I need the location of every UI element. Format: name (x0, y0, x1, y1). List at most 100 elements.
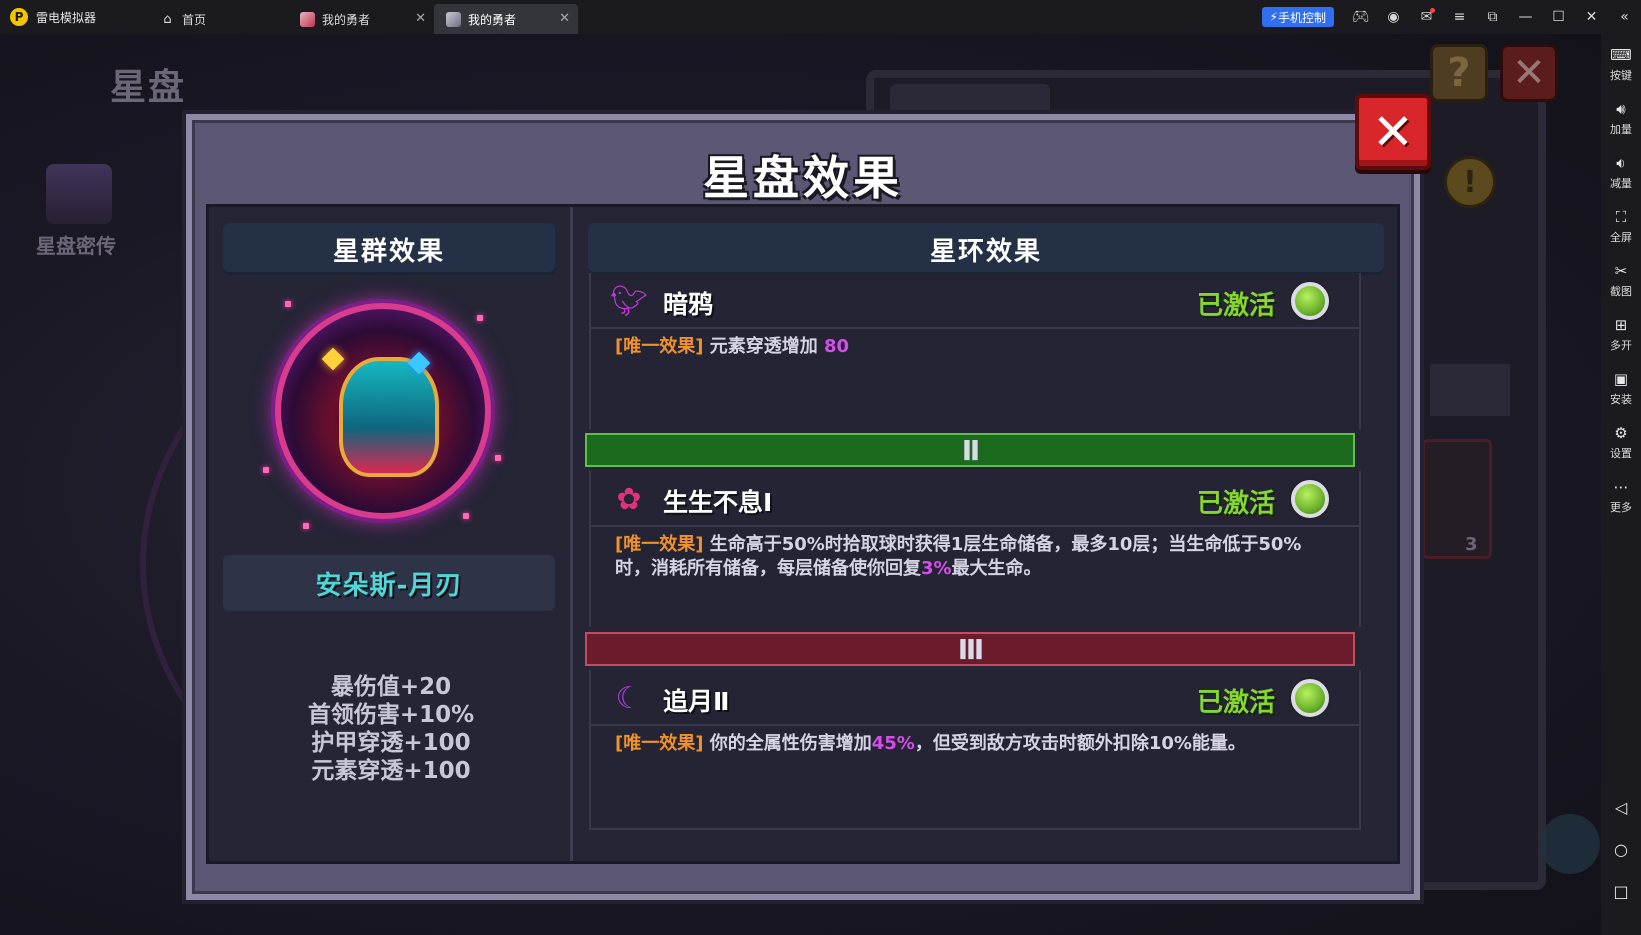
sidebar-item-label: 截图 (1610, 284, 1632, 298)
help-icon: ? (1430, 44, 1488, 102)
sparkle-icon (285, 301, 291, 307)
ring-effect-name: 生生不息Ⅰ (663, 488, 773, 517)
sidebar-item-keymap[interactable]: ⌨ 按键 (1601, 38, 1641, 90)
notification-dot (1430, 8, 1435, 13)
star-ring-column: 🐦︎ 暗鸦 已激活 [唯一效果] 元素穿透增加 80 Ⅱ ✿ 生生不息Ⅰ 已激活 (573, 207, 1397, 861)
minimize-icon[interactable]: — (1509, 0, 1542, 34)
background-chest-label: 星盘密传 (36, 234, 116, 258)
ring-effect-description: [唯一效果] 你的全属性伤害增加45%，但受到敌方攻击时额外扣除10%能量。 (615, 732, 1337, 756)
sidebar-item-settings[interactable]: ⚙ 设置 (1601, 416, 1641, 468)
titlebar-controls: ⚡ 手机控制 🎮︎ ◉ ✉ ≡ ⧉ — ☐ ✕ « (1261, 0, 1641, 34)
home-nav-icon[interactable]: ○ (1601, 834, 1641, 864)
lightning-icon: ⚡ (1269, 10, 1278, 24)
emulator-titlebar: P 雷电模拟器 ⌂ 首页 我的勇者 ✕ 我的勇者 ✕ ⚡ 手机控制 🎮︎ ◉ ✉… (0, 0, 1641, 34)
ring-effect-header: ☾ 追月Ⅱ 已激活 (591, 670, 1359, 726)
background-tab (890, 84, 1050, 114)
stat-line: 首领伤害+10% (307, 702, 475, 728)
account-icon[interactable]: ◉ (1377, 0, 1410, 34)
unique-effect-tag: [唯一效果] (615, 534, 704, 555)
ring-effect-status: 已激活 (1197, 291, 1276, 321)
close-window-icon[interactable]: ✕ (1575, 0, 1608, 34)
tier-iii-bar: Ⅲ (585, 632, 1355, 666)
ring-effect-description: [唯一效果] 生命高于50%时拾取球时获得1层生命储备，最多10层；当生命低于5… (615, 533, 1337, 581)
hero-emblem (263, 291, 503, 531)
maximize-icon[interactable]: ☐ (1542, 0, 1575, 34)
sidebar-item-multi-instance[interactable]: ⊞ 多开 (1601, 308, 1641, 360)
constellation-column: 星群效果 安朵斯-月刃 暴伤值+20 首领伤害+10% 护甲穿透+100 元素穿… (209, 207, 573, 861)
sparkle-icon (495, 455, 501, 461)
phone-control-button[interactable]: ⚡ 手机控制 (1261, 7, 1334, 27)
tab-game-1[interactable]: 我的勇者 ✕ (288, 4, 434, 34)
gamepad-icon[interactable]: 🎮︎ (1344, 0, 1377, 34)
ring-effect-name: 追月Ⅱ (663, 687, 730, 716)
mail-icon[interactable]: ✉ (1410, 0, 1443, 34)
sidebar-item-label: 按键 (1610, 68, 1632, 82)
background-hero-slot (1422, 439, 1492, 559)
floating-assistant-icon (1540, 814, 1600, 874)
phone-control-label: 手机控制 (1277, 10, 1326, 25)
description-text: 元素穿透增加 (703, 336, 824, 357)
multi-instance-icon: ⊞ (1614, 315, 1628, 334)
settings-icon: ⚙ (1614, 423, 1628, 442)
tab-close-icon[interactable]: ✕ (559, 11, 570, 26)
emulator-sidebar: ⌨ 按键 🔊︎ 加量 🔉︎ 减量 ⛶ 全屏 ✂ 截图 ⊞ 多开 ▣ 安装 ⚙ 设… (1601, 34, 1641, 935)
sparkle-icon (463, 513, 469, 519)
tab-close-icon[interactable]: ✕ (415, 11, 426, 26)
back-nav-icon[interactable]: ◁ (1601, 792, 1641, 822)
sparkle-icon (303, 523, 309, 529)
close-icon[interactable]: ✕ (1355, 94, 1431, 170)
ring-effect-endless-life: ✿ 生生不息Ⅰ 已激活 [唯一效果] 生命高于50%时拾取球时获得1层生命储备，… (589, 471, 1361, 627)
ring-effect-name: 暗鸦 (663, 290, 714, 319)
ring-effect-header: 🐦︎ 暗鸦 已激活 (591, 273, 1359, 329)
game-app-icon (446, 11, 461, 27)
sidebar-item-volume-up[interactable]: 🔊︎ 加量 (1601, 92, 1641, 144)
active-orb-icon (1291, 679, 1329, 717)
sparkle-icon (263, 467, 269, 473)
sidebar-item-fullscreen[interactable]: ⛶ 全屏 (1601, 200, 1641, 252)
recent-apps-icon[interactable]: □ (1601, 876, 1641, 906)
tab-game-1-label: 我的勇者 (322, 12, 371, 27)
ring-effect-chasing-moon: ☾ 追月Ⅱ 已激活 [唯一效果] 你的全属性伤害增加45%，但受到敌方攻击时额外… (589, 670, 1361, 830)
popout-icon[interactable]: ⧉ (1476, 0, 1509, 34)
ring-effect-status: 已激活 (1197, 489, 1276, 519)
menu-icon[interactable]: ≡ (1443, 0, 1476, 34)
background-slot-count: 3 (1465, 534, 1478, 555)
starplate-effect-dialog: 星盘效果 ✕ 星群效果 安朵斯-月刃 暴伤值+20 首领伤害+10% 护甲穿透+… (186, 94, 1431, 900)
sidebar-item-label: 减量 (1610, 176, 1632, 190)
sidebar-item-volume-down[interactable]: 🔉︎ 减量 (1601, 146, 1641, 198)
stat-line: 元素穿透+100 (311, 758, 471, 784)
hero-name: 安朵斯-月刃 (223, 555, 555, 611)
home-icon: ⌂ (163, 11, 172, 27)
tab-home-label: 首页 (182, 12, 207, 27)
crescent-moon-icon: ☾ (615, 680, 643, 716)
stat-line: 暴伤值+20 (330, 674, 452, 700)
description-highlight: 45% (871, 733, 915, 754)
sidebar-item-label: 安装 (1610, 392, 1632, 406)
crow-icon: 🐦︎ (609, 283, 649, 319)
background-title: 星盘 (110, 67, 187, 108)
sidebar-item-install[interactable]: ▣ 安装 (1601, 362, 1641, 414)
sidebar-item-label: 设置 (1610, 446, 1632, 460)
sparkle-icon (477, 315, 483, 321)
ring-effect-header: ✿ 生生不息Ⅰ 已激活 (591, 471, 1359, 527)
fullscreen-icon: ⛶ (1615, 207, 1627, 226)
sidebar-item-label: 更多 (1610, 500, 1632, 514)
sidebar-item-more[interactable]: ⋯ 更多 (1601, 470, 1641, 522)
game-viewport: 星盘 星盘密传 ? ✕ ! 3 星盘效果 ✕ 星群效果 安朵斯-月刃 暴伤值+2… (0, 34, 1601, 935)
active-orb-icon (1291, 282, 1329, 320)
sidebar-item-label: 多开 (1610, 338, 1632, 352)
app-name: 雷电模拟器 (36, 10, 97, 25)
sidebar-item-screenshot[interactable]: ✂ 截图 (1601, 254, 1641, 306)
app-brand: P 雷电模拟器 (0, 0, 148, 34)
volume-down-icon: 🔉︎ (1616, 153, 1626, 172)
volume-up-icon: 🔊︎ (1616, 99, 1626, 118)
warning-icon: ! (1444, 156, 1496, 208)
chest-icon (46, 164, 112, 224)
description-text: 最大生命。 (951, 558, 1042, 579)
tab-game-2[interactable]: 我的勇者 ✕ (434, 4, 578, 34)
tab-home[interactable]: ⌂ 首页 (148, 4, 288, 34)
app-logo-icon: P (10, 8, 28, 26)
dialog-title: 星盘效果 (703, 151, 903, 205)
collapse-sidebar-icon[interactable]: « (1608, 0, 1641, 34)
tab-game-2-label: 我的勇者 (468, 12, 517, 27)
